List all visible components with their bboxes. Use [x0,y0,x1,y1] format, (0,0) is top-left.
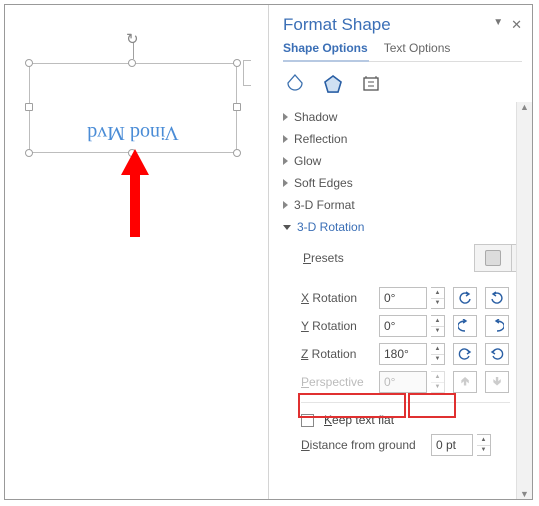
page-margin-mark [243,60,263,85]
section-3d-rotation[interactable]: 3-D Rotation [283,216,528,238]
fill-line-tab-icon[interactable] [283,72,307,96]
y-rotation-input[interactable]: 0° [379,315,427,337]
z-rotation-label: Z Rotation [301,347,375,361]
y-rotate-left-button[interactable] [453,315,477,337]
pane-title: Format Shape [283,15,391,35]
resize-handle-ne[interactable] [233,59,241,67]
z-rotation-input[interactable]: 180° [379,343,427,365]
resize-handle-e[interactable] [233,103,241,111]
x-rotate-right-button[interactable] [485,287,509,309]
distance-label: Distance from ground [301,438,427,452]
section-reflection[interactable]: Reflection [283,128,528,150]
rotation-handle[interactable]: ↻ [126,30,139,48]
pane-dropdown-icon[interactable]: ▼ [493,17,503,33]
distance-input[interactable]: 0 pt [431,434,473,456]
tab-shape-options[interactable]: Shape Options [283,41,368,61]
z-rotation-spinner[interactable]: ▲▼ [431,343,445,365]
tab-text-options[interactable]: Text Options [384,41,451,61]
presets-label: resets [311,251,344,265]
keep-text-flat-checkbox[interactable] [301,414,314,427]
perspective-spinner: ▲▼ [431,371,445,393]
z-rotate-ccw-button[interactable] [453,343,477,365]
size-props-tab-icon[interactable] [359,72,383,96]
shape-text-content[interactable]: Vinod Mvd [30,121,236,144]
pane-scrollbar[interactable]: ▲▼ [516,102,532,499]
y-rotation-label: Y Rotation [301,319,375,333]
resize-handle-nw[interactable] [25,59,33,67]
format-shape-pane: Format Shape ▼ ✕ Shape Options Text Opti… [268,5,532,499]
section-soft-edges[interactable]: Soft Edges [283,172,528,194]
presets-button[interactable] [474,244,512,272]
text-box-shape[interactable]: ↻ Vinod Mvd [29,63,237,153]
z-rotate-cw-button[interactable] [485,343,509,365]
annotation-arrow [115,149,155,239]
effects-tab-icon[interactable] [321,72,345,96]
perspective-input: 0° [379,371,427,393]
document-canvas[interactable]: ↻ Vinod Mvd [5,5,268,499]
x-rotation-label: X Rotation [301,291,375,305]
section-shadow[interactable]: Shadow [283,106,528,128]
x-rotation-spinner[interactable]: ▲▼ [431,287,445,309]
perspective-label: Perspective [301,375,375,389]
x-rotation-input[interactable]: 0° [379,287,427,309]
resize-handle-n[interactable] [128,59,136,67]
perspective-up-button: 🢁 [453,371,477,393]
section-glow[interactable]: Glow [283,150,528,172]
y-rotation-spinner[interactable]: ▲▼ [431,315,445,337]
y-rotate-right-button[interactable] [485,315,509,337]
resize-handle-sw[interactable] [25,149,33,157]
section-3d-format[interactable]: 3-D Format [283,194,528,216]
resize-handle-w[interactable] [25,103,33,111]
pane-close-icon[interactable]: ✕ [511,17,522,33]
distance-spinner[interactable]: ▲▼ [477,434,491,456]
perspective-down-button: 🢃 [485,371,509,393]
resize-handle-se[interactable] [233,149,241,157]
x-rotate-left-button[interactable] [453,287,477,309]
keep-text-flat-label: Keep text flat [324,413,394,427]
